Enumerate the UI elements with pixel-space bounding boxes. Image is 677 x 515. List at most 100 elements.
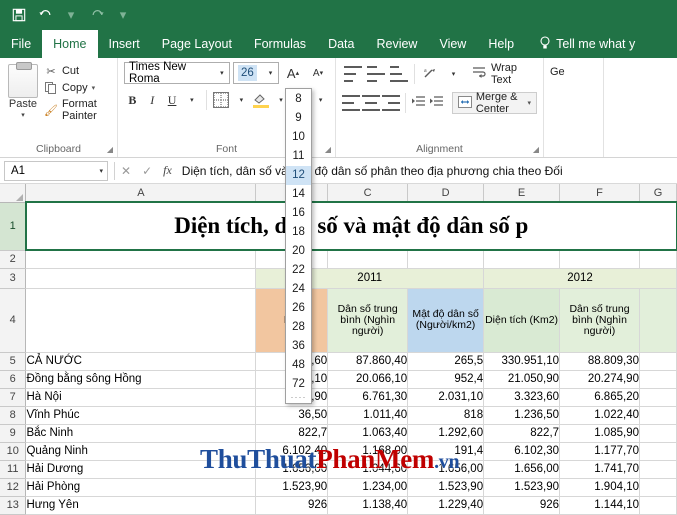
column-header-a[interactable]: A [25,184,257,203]
cell-value[interactable] [639,496,677,515]
cell-value[interactable]: 1.523,90 [483,478,561,497]
cell-a2[interactable] [25,250,257,269]
underline-button[interactable]: U [164,89,181,111]
cell-value[interactable]: 330.951,10 [483,352,561,371]
cell-value[interactable]: 1.022,40 [559,406,640,425]
row-label[interactable]: Hưng Yên [25,496,257,515]
row-header-4[interactable]: 4 [0,288,27,353]
clipboard-dialog-launcher-icon[interactable]: ◢ [107,145,113,154]
font-size-option-24[interactable]: 24 [286,280,311,299]
cell-value[interactable]: 1.138,40 [327,496,409,515]
redo-icon[interactable] [84,2,110,28]
cell-value[interactable] [639,388,677,407]
align-right-button[interactable] [382,92,400,114]
cell-value[interactable]: 1.292,60 [407,424,485,443]
tab-data[interactable]: Data [317,30,365,58]
font-size-option-28[interactable]: 28 [286,318,311,337]
row-header-6[interactable]: 6 [0,370,27,389]
cell-value[interactable]: 1.229,40 [407,496,485,515]
select-all-corner[interactable] [0,184,27,203]
font-size-option-14[interactable]: 14 [286,185,311,204]
row-label[interactable]: Đồng bằng sông Hồng [25,370,257,389]
column-header-g[interactable]: G [639,184,677,203]
cell-value[interactable]: 20.066,10 [327,370,409,389]
row-header-11[interactable]: 11 [0,460,27,479]
year-header-2012[interactable]: 2012 [483,268,677,289]
font-size-option-11[interactable]: 11 [286,147,311,166]
paste-button[interactable]: Paste ▾ [6,62,40,122]
subheader-density-2011[interactable]: Mật độ dân số (Người/km2) [407,288,485,353]
bold-button[interactable]: B [124,89,141,111]
tab-formulas[interactable]: Formulas [243,30,317,58]
column-header-d[interactable]: D [407,184,485,203]
row-header-13[interactable]: 13 [0,496,27,515]
borders-button[interactable] [213,89,230,111]
chevron-down-icon[interactable]: ▾ [263,63,278,83]
save-icon[interactable] [6,2,32,28]
cut-button[interactable]: ✂ Cut [44,64,111,78]
cell-value[interactable] [639,424,677,443]
row-label[interactable]: Quảng Ninh [25,442,257,461]
wrap-text-button[interactable]: Wrap Text [472,62,537,86]
subheader-population-2011[interactable]: Dân số trung bình (Nghìn người) [327,288,409,353]
subheader-area-2012[interactable]: Diện tích (Km2) [483,288,561,353]
row-label[interactable]: Hải Dương [25,460,257,479]
cell-e2[interactable] [483,250,561,269]
row-header-3[interactable]: 3 [0,268,27,289]
font-size-option-12[interactable]: 12 [286,166,311,185]
subheader-population-2012[interactable]: Dân số trung bình (Nghìn người) [559,288,640,353]
cell-value[interactable]: 6.761,30 [327,388,409,407]
cell-g4[interactable] [639,288,677,353]
tab-view[interactable]: View [428,30,477,58]
font-name-combo[interactable]: Times New Roma ▾ [124,61,230,85]
cell-value[interactable]: 87.860,40 [327,352,409,371]
cell-value[interactable]: 1.085,90 [559,424,640,443]
cell-value[interactable]: 1.656,00 [407,460,485,479]
font-size-option-20[interactable]: 20 [286,242,311,261]
row-header-1[interactable]: 1 [0,202,27,251]
row-header-10[interactable]: 10 [0,442,27,461]
alignment-dialog-launcher-icon[interactable]: ◢ [533,145,539,154]
cell-value[interactable]: 1.011,40 [327,406,409,425]
cell-value[interactable]: 36,50 [255,406,329,425]
row-label[interactable]: Hải Phòng [25,478,257,497]
font-size-option-9[interactable]: 9 [286,109,311,128]
row-label[interactable]: Hà Nội [25,388,257,407]
cell-value[interactable]: 6.102,30 [483,442,561,461]
column-header-e[interactable]: E [483,184,561,203]
chevron-down-icon[interactable]: ▾ [92,84,96,92]
row-label[interactable]: Vĩnh Phúc [25,406,257,425]
fx-icon[interactable]: fx [163,163,172,178]
tab-file[interactable]: File [0,30,42,58]
cancel-icon[interactable]: ✕ [121,164,131,178]
row-header-8[interactable]: 8 [0,406,27,425]
cell-value[interactable]: 1.523,90 [407,478,485,497]
row-header-2[interactable]: 2 [0,250,27,269]
cell-value[interactable] [639,442,677,461]
cell-value[interactable]: 1.523,90 [255,478,329,497]
font-size-option-48[interactable]: 48 [286,356,311,375]
orientation-button[interactable]: a [420,63,441,85]
fill-color-button[interactable] [253,89,270,111]
cell-value[interactable]: 926 [483,496,561,515]
chevron-down-icon[interactable]: ▾ [21,111,25,119]
font-color-dropdown-caret-icon[interactable]: ▾ [312,89,329,111]
increase-indent-button[interactable] [428,92,444,114]
cell-value[interactable] [639,478,677,497]
decrease-indent-button[interactable] [411,92,427,114]
cell-value[interactable]: 1.144,10 [559,496,640,515]
tab-help[interactable]: Help [477,30,525,58]
row-header-12[interactable]: 12 [0,478,27,497]
align-center-button[interactable] [362,92,380,114]
dropdown-scroll-more-icon[interactable]: ···· [286,393,311,403]
merge-and-center-button[interactable]: Merge & Center ▾ [451,91,537,115]
cell-value[interactable]: 1.168,00 [327,442,409,461]
name-box[interactable]: A1 ▾ [4,160,108,181]
font-size-combo[interactable]: 26 ▾ [233,62,279,84]
undo-icon[interactable] [32,2,58,28]
increase-font-size-button[interactable]: A ▴ [282,62,304,84]
decrease-font-size-button[interactable]: A ▾ [307,62,329,84]
format-painter-button[interactable]: 🖌 Format Painter [44,98,111,122]
borders-dropdown-caret-icon[interactable]: ▾ [233,89,250,111]
cell-value[interactable]: 952,4 [407,370,485,389]
